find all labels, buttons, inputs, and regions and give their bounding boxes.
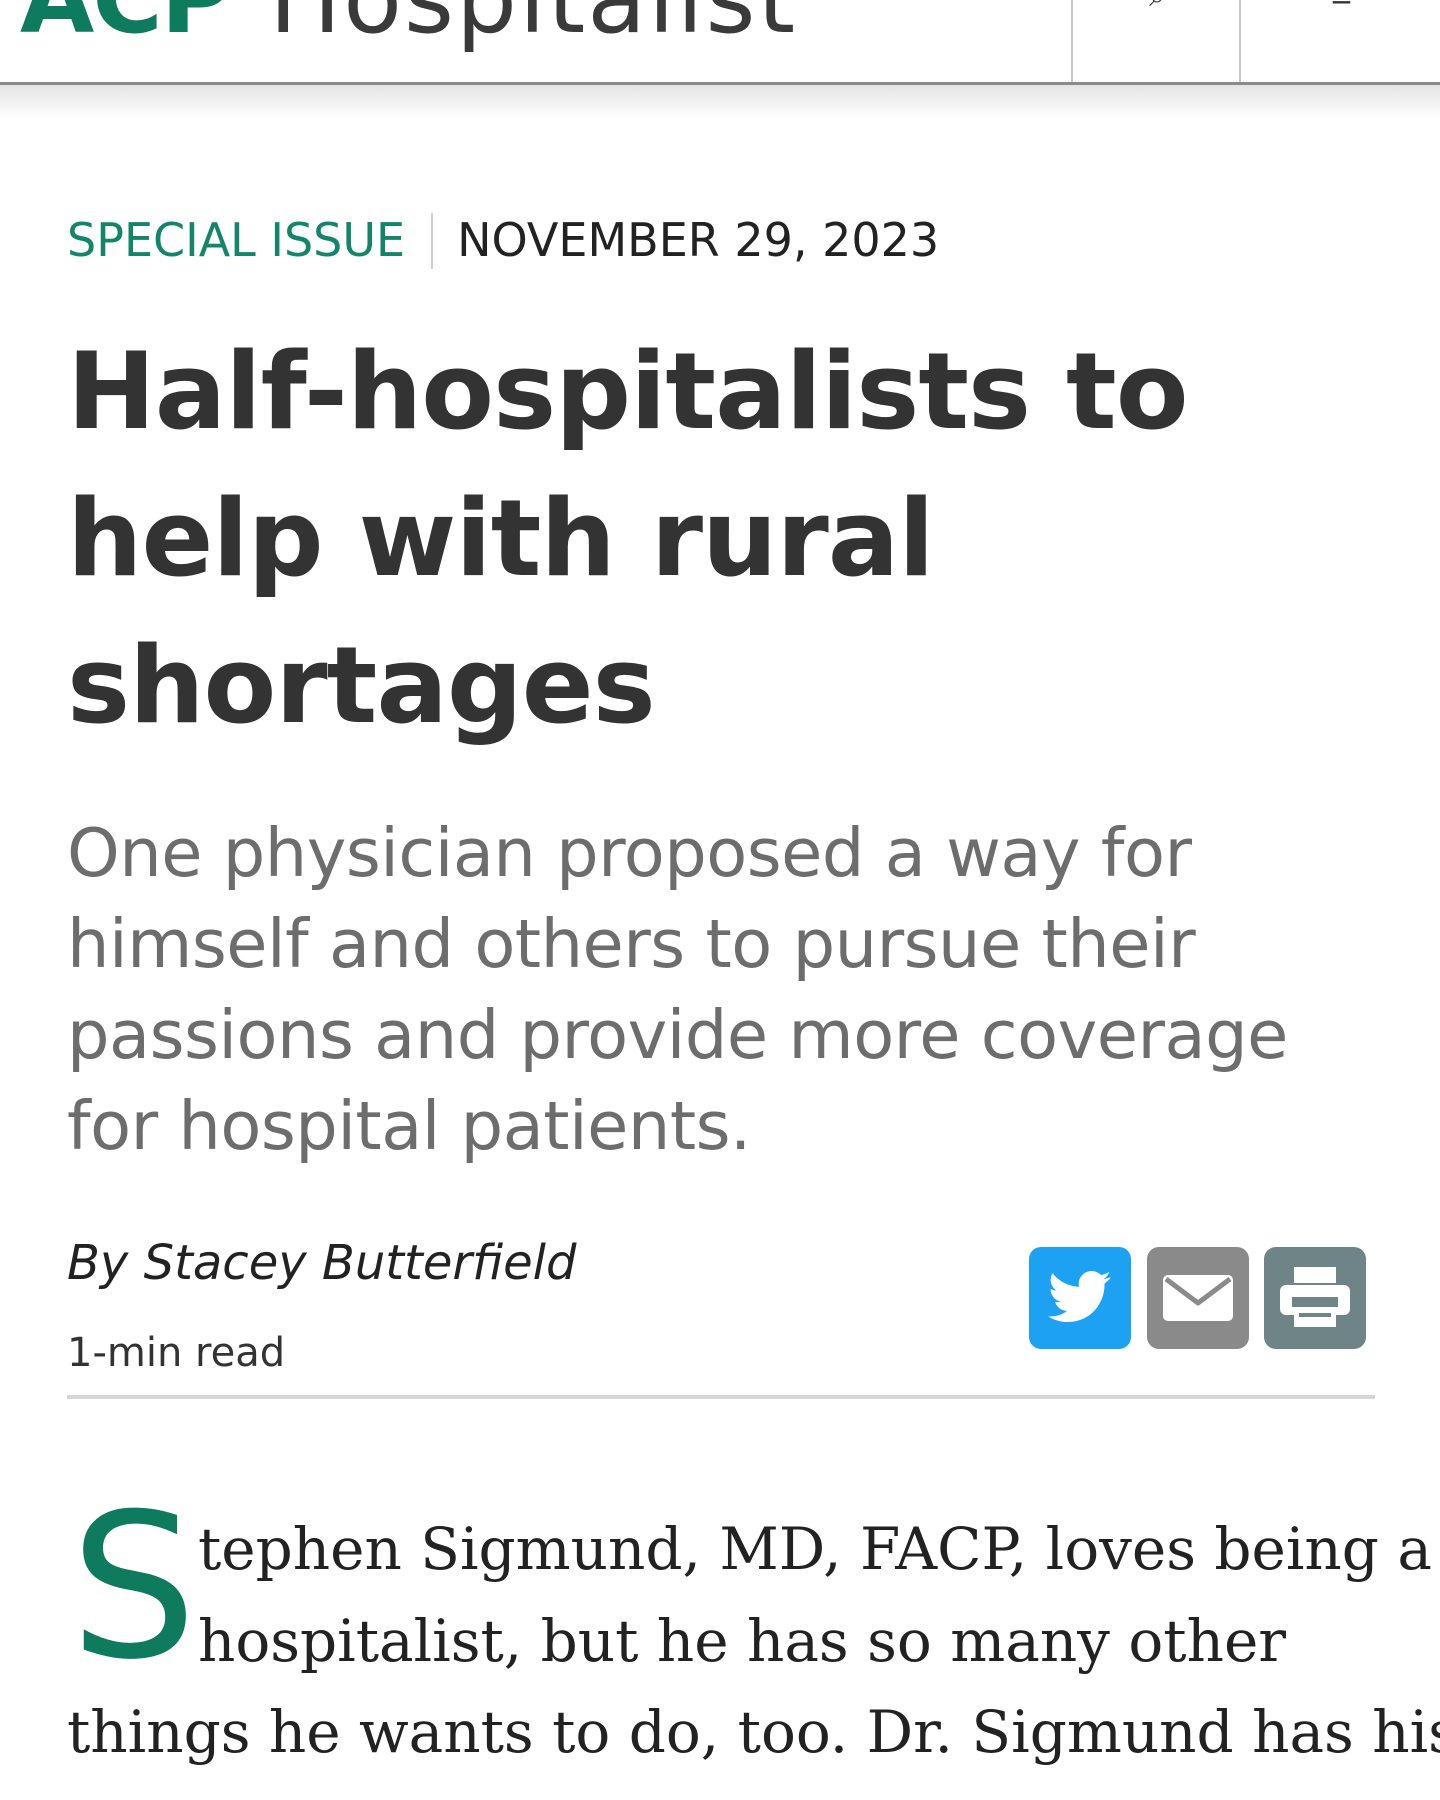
search-button[interactable]: ⌕	[1071, 0, 1241, 82]
logo-hospitalist-text: Hospitalist	[269, 0, 797, 55]
article-dek: One physician proposed a way for himself…	[67, 814, 1288, 1165]
article-byline: By Stacey Butterfield	[67, 1235, 577, 1291]
drop-cap: S	[70, 1471, 197, 1704]
menu-button[interactable]: ≡	[1239, 0, 1440, 82]
read-time: 1-min read	[67, 1330, 286, 1376]
site-logo[interactable]: ACP Hospitalist	[20, 0, 797, 54]
twitter-share-button[interactable]	[1029, 1247, 1131, 1349]
search-icon: ⌕	[1149, 0, 1165, 14]
email-icon	[1163, 1275, 1233, 1321]
menu-icon: ≡	[1330, 0, 1353, 13]
body-text-line: things he wants to do, too. Dr. Sigmund …	[67, 1698, 1440, 1766]
body-text-line: tephen Sigmund, MD, FACP, loves being a	[198, 1515, 1432, 1583]
site-header: ACP Hospitalist ⌕ ≡	[0, 0, 1440, 85]
byline-divider	[67, 1395, 1375, 1399]
section-link[interactable]: SPECIAL ISSUE	[67, 213, 405, 267]
email-share-button[interactable]	[1147, 1247, 1249, 1349]
print-button[interactable]	[1264, 1247, 1366, 1349]
body-text-line: hospitalist, but he has so many other	[198, 1607, 1287, 1675]
article-kicker: SPECIAL ISSUE NOVEMBER 29, 2023	[67, 210, 939, 272]
publish-date: NOVEMBER 29, 2023	[457, 213, 940, 267]
article-headline: Half-hospitalists to help with rural sho…	[67, 330, 1189, 747]
header-shadow	[0, 85, 1440, 119]
logo-acp-text: ACP	[20, 0, 231, 55]
kicker-divider	[431, 212, 434, 269]
twitter-icon	[1048, 1271, 1111, 1322]
print-icon	[1280, 1267, 1350, 1327]
